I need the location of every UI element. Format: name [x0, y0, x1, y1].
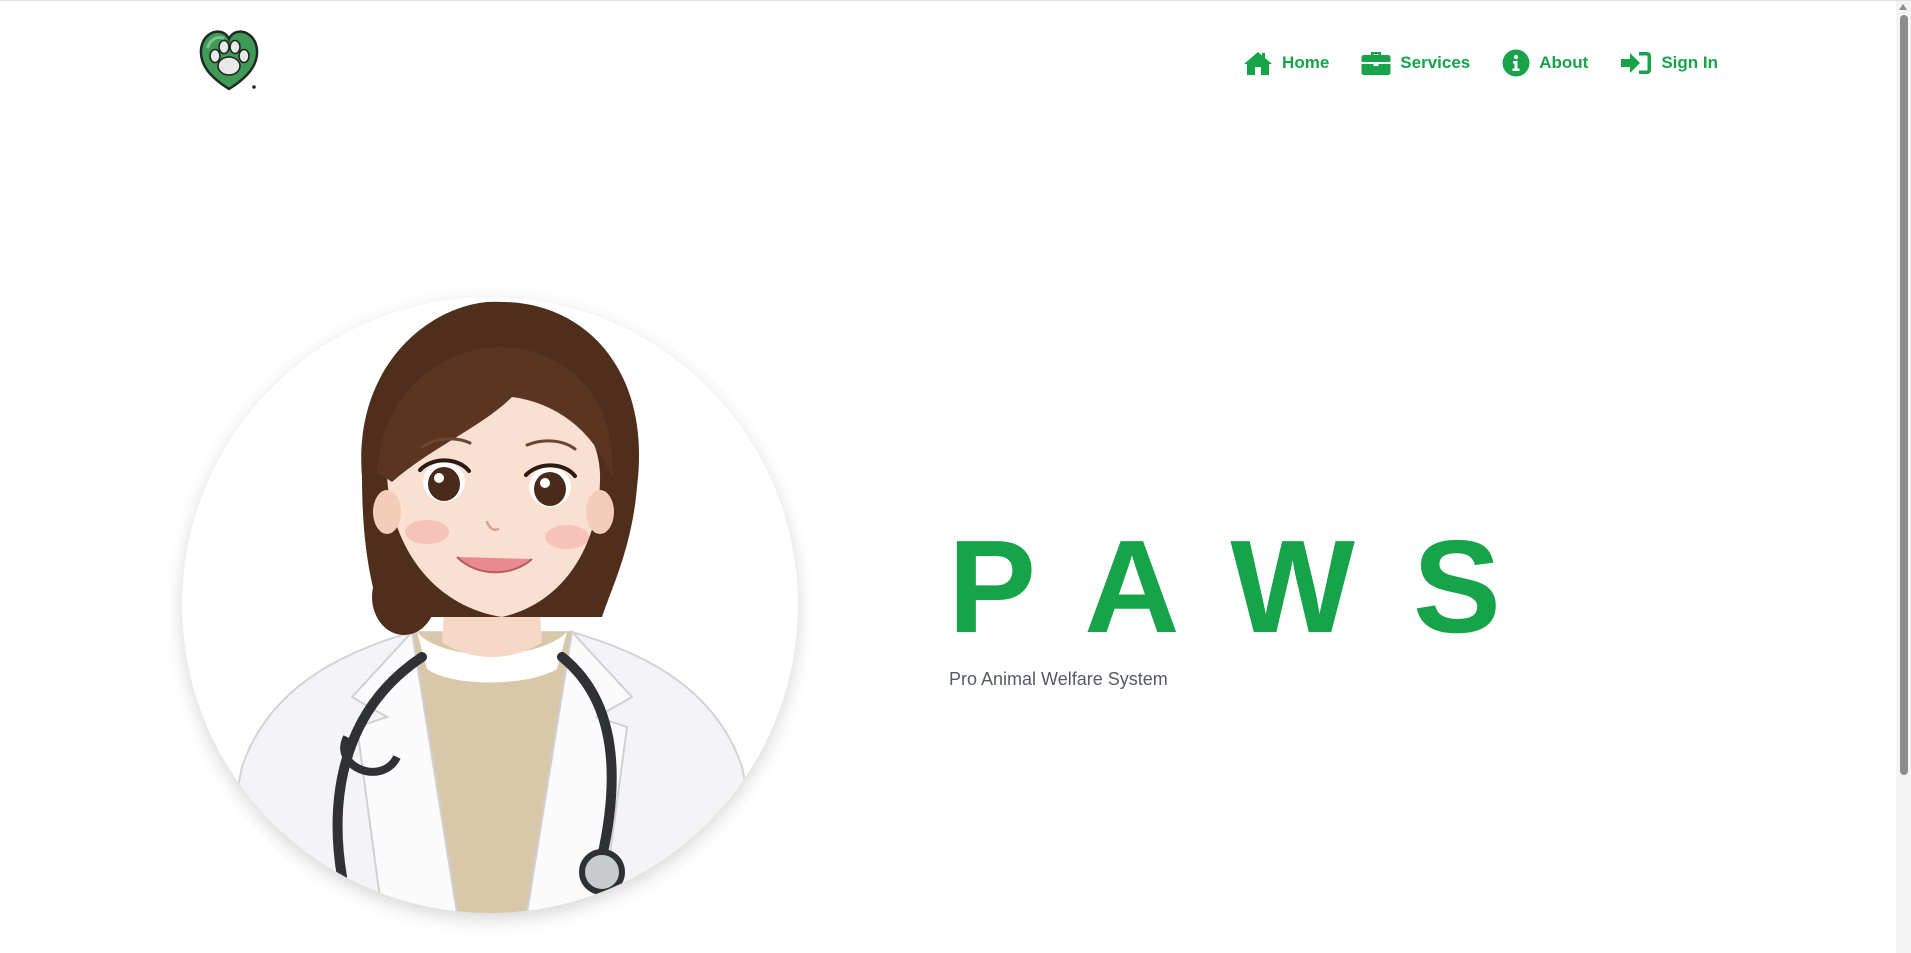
scrollbar-thumb[interactable] — [1900, 15, 1908, 775]
hero-title: PAWS — [948, 513, 1559, 660]
hero-subtitle: Pro Animal Welfare System — [949, 669, 1168, 689]
vertical-scrollbar[interactable] — [1896, 1, 1911, 953]
nav-home-label: Home — [1282, 53, 1330, 72]
nav-sign-in-label: Sign In — [1661, 53, 1718, 72]
nav-about[interactable]: About — [1502, 49, 1588, 77]
sign-in-icon — [1621, 52, 1652, 74]
home-icon — [1244, 52, 1273, 75]
info-icon — [1502, 49, 1530, 77]
nav-home[interactable]: Home — [1243, 50, 1329, 76]
nav-services-label: Services — [1400, 53, 1471, 72]
veterinarian-avatar-image — [210, 301, 774, 913]
nav-sign-in[interactable]: Sign In — [1620, 50, 1718, 76]
paw-heart-logo-icon — [199, 30, 259, 91]
site-header: Home Services About Sign In — [0, 1, 1896, 121]
hero-illustration — [182, 297, 798, 913]
nav-about-label: About — [1539, 53, 1589, 72]
scroll-up-arrow-icon[interactable] — [1899, 4, 1907, 10]
nav-services[interactable]: Services — [1361, 50, 1470, 76]
briefcase-icon — [1361, 52, 1391, 75]
main-nav: Home Services About Sign In — [1243, 49, 1718, 77]
page: Home Services About Sign In PAWS Pro Ani… — [0, 0, 1911, 953]
paws-logo[interactable] — [198, 25, 260, 95]
